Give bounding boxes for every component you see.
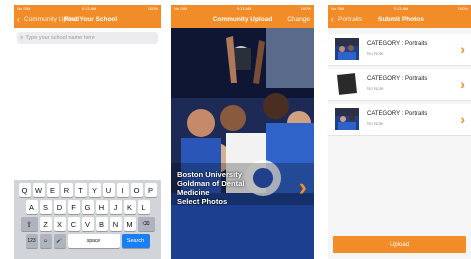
photo-thumbnail — [335, 108, 359, 130]
school-search-input[interactable]: ⌕ Type your school name here — [17, 32, 158, 44]
keyboard: Q W E R T Y U I O P A S D F G H J K L ⇧ … — [14, 180, 161, 259]
key-a[interactable]: A — [25, 200, 38, 214]
search-placeholder: Type your school name here — [25, 35, 95, 41]
submit-photos-screen: No SIM 9:13 AM 100% ‹ Portraits Submit P… — [328, 5, 471, 259]
key-u[interactable]: U — [102, 183, 115, 197]
nav-bar: ‹ Community Upload Find Your School — [14, 12, 161, 28]
item-category: CATEGORY : Portraits — [367, 111, 428, 117]
battery-label: 100% — [457, 6, 468, 11]
key-j[interactable]: J — [109, 200, 122, 214]
key-x[interactable]: X — [53, 217, 66, 231]
key-r[interactable]: R — [60, 183, 73, 197]
key-d[interactable]: D — [53, 200, 66, 214]
upload-button[interactable]: Upload — [333, 236, 466, 253]
list-item[interactable]: CATEGORY : Portraits No Note › — [328, 69, 471, 101]
key-o[interactable]: O — [130, 183, 143, 197]
item-note: No Note — [367, 121, 384, 126]
carrier-label: No SIM — [17, 6, 31, 11]
item-category: CATEGORY : Portraits — [367, 76, 428, 82]
chevron-right-icon[interactable]: › — [460, 41, 465, 57]
photo-thumbnail — [335, 73, 359, 95]
school-name-line-2: Goldman of Dental — [177, 179, 245, 188]
school-name-line-1: Boston University — [177, 170, 242, 179]
nav-bar: ‹ Portraits Submit Photos — [328, 12, 471, 28]
key-s[interactable]: S — [39, 200, 52, 214]
shift-key-icon[interactable]: ⇧ — [20, 217, 38, 231]
chevron-right-icon[interactable]: › — [460, 76, 465, 92]
key-w[interactable]: W — [32, 183, 45, 197]
key-c[interactable]: C — [67, 217, 80, 231]
back-chevron-icon[interactable]: ‹ — [17, 15, 20, 24]
search-bar: ⌕ Type your school name here — [14, 28, 161, 48]
key-y[interactable]: Y — [88, 183, 101, 197]
key-n[interactable]: N — [109, 217, 122, 231]
carrier-label: No SIM — [331, 6, 345, 11]
clock-label: 9:13 AM — [393, 6, 409, 11]
status-bar: No SIM 9:13 AM 100% — [171, 5, 314, 12]
keyboard-row-4: 123 ☺ 🎤 space Search — [16, 234, 159, 248]
key-f[interactable]: F — [67, 200, 80, 214]
keyboard-row-3: ⇧ Z X C V B N M ⌫ — [16, 217, 159, 231]
status-bar: No SIM 9:13 AM 100% — [14, 5, 161, 12]
battery-label: 100% — [300, 6, 311, 11]
key-z[interactable]: Z — [39, 217, 52, 231]
find-school-screen: No SIM 9:13 AM 100% ‹ Community Upload F… — [14, 5, 161, 259]
microphone-key-icon[interactable]: 🎤 — [53, 234, 66, 248]
school-hero-photo[interactable]: Boston University Goldman of Dental Medi… — [171, 28, 314, 259]
key-g[interactable]: G — [81, 200, 94, 214]
item-note: No Note — [367, 86, 384, 91]
school-caption: Boston University Goldman of Dental Medi… — [177, 170, 287, 206]
key-q[interactable]: Q — [18, 183, 31, 197]
key-m[interactable]: M — [123, 217, 136, 231]
graduation-crowd-illustration — [171, 28, 314, 259]
item-note: No Note — [367, 51, 384, 56]
search-icon: ⌕ — [20, 34, 24, 41]
item-category: CATEGORY : Portraits — [367, 41, 428, 47]
back-chevron-icon[interactable]: ‹ — [331, 15, 334, 24]
clock-label: 9:13 AM — [236, 6, 252, 11]
emoji-key-icon[interactable]: ☺ — [39, 234, 52, 248]
keyboard-row-1: Q W E R T Y U I O P — [16, 183, 159, 197]
keyboard-row-2: A S D F G H J K L — [16, 200, 159, 214]
back-button[interactable]: Portraits — [338, 16, 362, 23]
search-key[interactable]: Search — [121, 234, 150, 248]
key-k[interactable]: K — [123, 200, 136, 214]
photo-thumbnail — [335, 38, 359, 60]
list-item[interactable]: CATEGORY : Portraits No Note › — [328, 34, 471, 66]
chevron-right-icon[interactable]: › — [299, 173, 307, 202]
key-t[interactable]: T — [74, 183, 87, 197]
list-item[interactable]: CATEGORY : Portraits No Note › — [328, 104, 471, 136]
page-title: Find Your School — [64, 16, 118, 23]
space-key[interactable]: space — [67, 234, 120, 248]
community-upload-screen: No SIM 9:13 AM 100% Community Upload Cha… — [171, 5, 314, 259]
key-p[interactable]: P — [144, 183, 157, 197]
change-button[interactable]: Change — [287, 16, 310, 23]
key-h[interactable]: H — [95, 200, 108, 214]
key-e[interactable]: E — [46, 183, 59, 197]
page-title: Submit Photos — [378, 16, 424, 23]
key-v[interactable]: V — [81, 217, 94, 231]
select-photos-label[interactable]: Select Photos — [177, 197, 287, 206]
key-b[interactable]: B — [95, 217, 108, 231]
status-bar: No SIM 9:13 AM 100% — [328, 5, 471, 12]
nav-bar: Community Upload Change — [171, 12, 314, 28]
key-i[interactable]: I — [116, 183, 129, 197]
numbers-key[interactable]: 123 — [25, 234, 38, 248]
key-l[interactable]: L — [137, 200, 150, 214]
delete-key-icon[interactable]: ⌫ — [137, 217, 155, 231]
clock-label: 9:13 AM — [81, 6, 97, 11]
chevron-right-icon[interactable]: › — [460, 111, 465, 127]
photo-list: CATEGORY : Portraits No Note › CATEGORY … — [328, 28, 471, 259]
battery-label: 100% — [147, 6, 158, 11]
carrier-label: No SIM — [174, 6, 188, 11]
school-name-line-3: Medicine — [177, 188, 210, 197]
